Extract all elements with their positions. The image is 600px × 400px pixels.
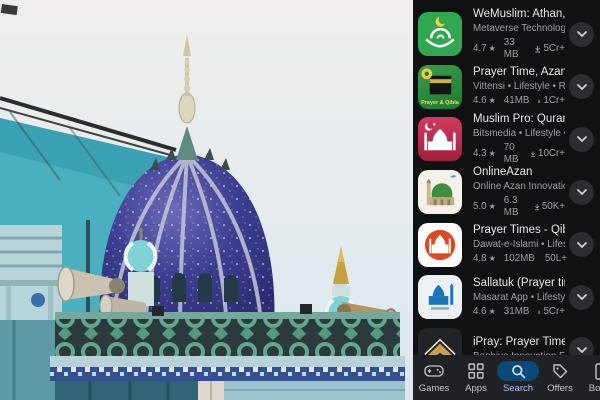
gamepad-icon: [413, 361, 455, 381]
app-size: 70 MB: [504, 142, 522, 166]
app-title[interactable]: OnlineAzan: [473, 166, 565, 179]
book-icon: [581, 361, 600, 381]
app-title[interactable]: Muslim Pro: Quran Prayer Times: [473, 113, 565, 126]
app-downloads: 5Cr+: [543, 43, 565, 55]
app-list-item[interactable]: Prayer & Qibla Prayer Time, Azan Alarm, …: [413, 61, 600, 114]
chevron-down-icon: [576, 135, 588, 143]
app-rating: 4.6: [473, 306, 487, 318]
app-size: 102MB: [504, 253, 535, 265]
app-size: 6.3 MB: [504, 195, 526, 219]
svg-text:Prayer & Qibla: Prayer & Qibla: [421, 100, 460, 106]
muslim-pro-app-icon: [418, 117, 462, 161]
star-icon: [487, 43, 497, 55]
app-list-item[interactable]: Prayer Times - Qibla & Namaz Dawat-e-Isl…: [413, 218, 600, 271]
app-list: WeMuslim: Athan, Qibla&Quran Metaverse T…: [413, 0, 600, 376]
star-icon: [487, 253, 497, 265]
expand-chevron-button[interactable]: [569, 127, 594, 152]
app-size: 41MB: [504, 95, 530, 107]
app-title[interactable]: Sallatuk (Prayer time) صلاتك: [473, 277, 565, 290]
chevron-down-icon: [576, 30, 588, 38]
app-subtitle: Metaverse Technology FZ-... • Lifestyle: [473, 23, 565, 35]
app-stats: 4.6 41MB 1Cr+: [473, 95, 565, 107]
app-list-item[interactable]: OnlineAzan Online Azan Innovation Lab • …: [413, 166, 600, 219]
app-list-item[interactable]: Muslim Pro: Quran Prayer Times Bitsmedia…: [413, 113, 600, 166]
app-rating: 4.7: [473, 43, 487, 55]
app-stats: 4.8 102MB 50L+: [473, 253, 565, 265]
mosque-photo-illustration: [0, 0, 413, 400]
app-subtitle: Masarat App • Lifestyle: [473, 292, 565, 304]
app-stats: 5.0 6.3 MB 50K+: [473, 195, 565, 219]
app-size: 31MB: [504, 306, 530, 318]
download-icon: [537, 96, 541, 106]
app-subtitle: Bitsmedia • Lifestyle • Religious text: [473, 128, 565, 140]
app-downloads: 5Cr+: [543, 306, 565, 318]
app-rating: 5.0: [473, 201, 487, 213]
nav-label: Apps: [465, 383, 487, 394]
download-icon: [534, 44, 541, 54]
chevron-down-icon: [576, 83, 588, 91]
download-icon: [530, 149, 536, 159]
app-downloads: 10Cr+: [538, 148, 565, 160]
expand-chevron-button[interactable]: [569, 22, 594, 47]
offer-tag-icon: [539, 361, 581, 381]
app-subtitle: Vittensi • Lifestyle • Religious text: [473, 81, 565, 93]
nav-item-books[interactable]: Books: [581, 361, 600, 394]
app-rating: 4.6: [473, 95, 487, 107]
chevron-down-icon: [576, 346, 588, 354]
wemuslim-app-icon: [418, 12, 462, 56]
nav-label: Games: [419, 383, 450, 394]
app-downloads: 1Cr+: [543, 95, 565, 107]
star-icon: [487, 148, 497, 160]
app-stats: 4.7 33 MB 5Cr+: [473, 37, 565, 61]
expand-chevron-button[interactable]: [569, 232, 594, 257]
app-stats: 4.6 31MB 5Cr+: [473, 306, 565, 318]
nav-label: Books: [589, 383, 600, 394]
app-title[interactable]: Prayer Times - Qibla & Namaz: [473, 224, 565, 237]
download-icon: [534, 202, 540, 212]
app-title[interactable]: iPray: Prayer Times & Qibla: [473, 336, 565, 349]
expand-chevron-button[interactable]: [569, 74, 594, 99]
nav-item-apps[interactable]: Apps: [455, 361, 497, 394]
app-downloads: 50K+: [542, 201, 565, 213]
mosque-photo: [0, 0, 413, 400]
apps-grid-icon: [455, 361, 497, 381]
nav-item-offers[interactable]: Offers: [539, 361, 581, 394]
nav-label: Offers: [547, 383, 573, 394]
star-icon: [487, 95, 497, 107]
play-store-search-results: WeMuslim: Athan, Qibla&Quran Metaverse T…: [413, 0, 600, 400]
nav-label: Search: [503, 383, 533, 394]
app-subtitle: Dawat-e-Islami • Lifestyle: [473, 239, 565, 251]
nav-item-search[interactable]: Search: [497, 361, 539, 394]
app-title[interactable]: WeMuslim: Athan, Qibla&Quran: [473, 8, 565, 21]
dawat-e-islami-app-icon: [418, 223, 462, 267]
app-list-item[interactable]: WeMuslim: Athan, Qibla&Quran Metaverse T…: [413, 8, 600, 61]
chevron-down-icon: [576, 241, 588, 249]
nav-item-games[interactable]: Games: [413, 361, 455, 394]
screen: WeMuslim: Athan, Qibla&Quran Metaverse T…: [0, 0, 600, 400]
star-icon: [487, 201, 497, 213]
prayer-qibla-app-icon: Prayer & Qibla: [418, 65, 462, 109]
online-azan-app-icon: [418, 170, 462, 214]
app-rating: 4.8: [473, 253, 487, 265]
expand-chevron-button[interactable]: [569, 180, 594, 205]
app-size: 33 MB: [504, 37, 527, 61]
search-icon: [497, 361, 539, 381]
app-title[interactable]: Prayer Time, Azan Alarm, Qibla: [473, 66, 565, 79]
chevron-down-icon: [576, 293, 588, 301]
star-icon: [487, 306, 497, 318]
app-subtitle: Online Azan Innovation Lab • Events: [473, 181, 565, 193]
sallatuk-app-icon: [418, 275, 462, 319]
bottom-nav: Games Apps Search Offers: [413, 355, 600, 400]
app-rating: 4.3: [473, 148, 487, 160]
chevron-down-icon: [576, 188, 588, 196]
app-downloads: 50L+: [545, 253, 567, 265]
download-icon: [537, 307, 541, 317]
app-stats: 4.3 70 MB 10Cr+: [473, 142, 565, 166]
expand-chevron-button[interactable]: [569, 285, 594, 310]
app-list-item[interactable]: Sallatuk (Prayer time) صلاتك Masarat App…: [413, 271, 600, 324]
